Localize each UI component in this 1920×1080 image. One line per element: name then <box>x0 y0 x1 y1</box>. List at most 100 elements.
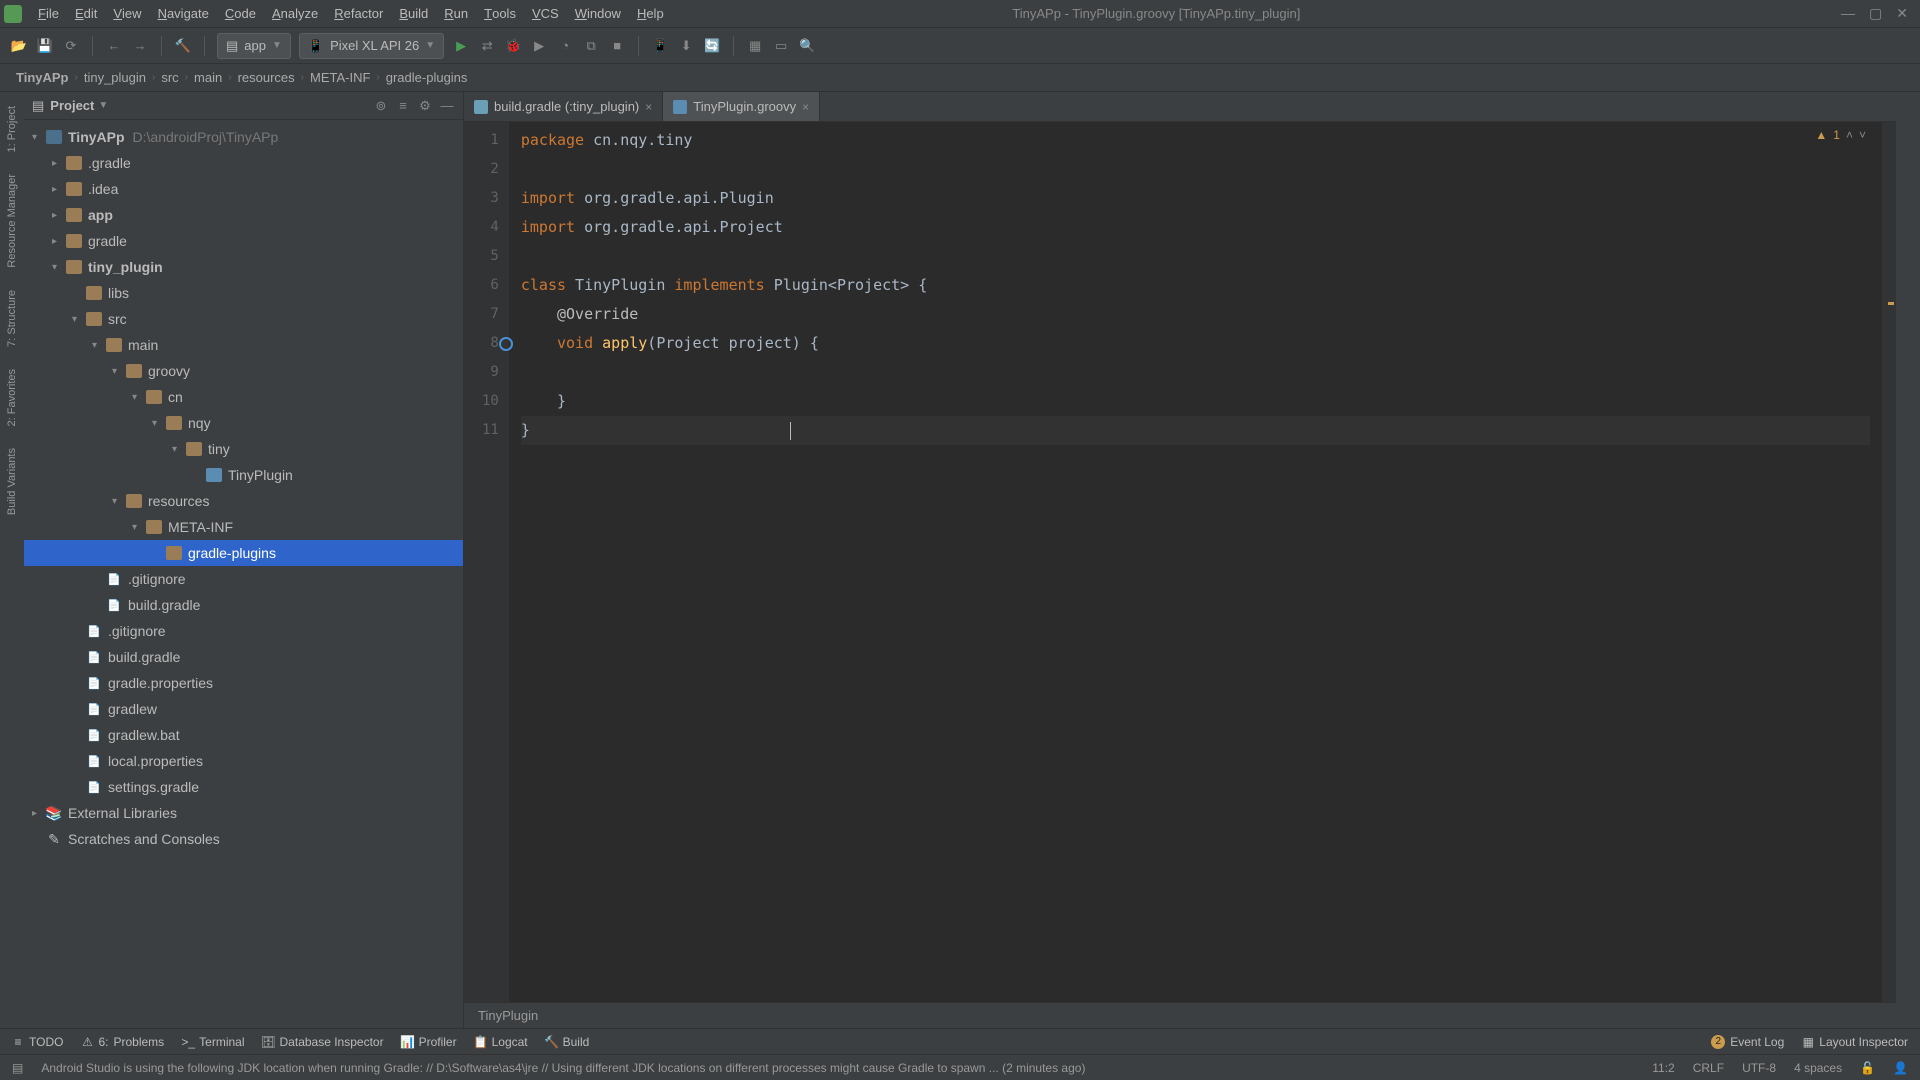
cursor-position[interactable]: 11:2 <box>1652 1061 1674 1075</box>
project-structure-icon[interactable]: ▦ <box>746 37 764 55</box>
bottom-tool-profiler[interactable]: 📊Profiler <box>402 1035 457 1049</box>
tree-node[interactable]: ▸.idea <box>24 176 463 202</box>
menu-vcs[interactable]: VCS <box>524 6 567 21</box>
close-tab-icon[interactable]: × <box>645 100 652 114</box>
settings-icon[interactable]: ⚙ <box>417 98 433 114</box>
run-icon[interactable]: ▶ <box>452 37 470 55</box>
inspection-profile-icon[interactable]: 👤 <box>1893 1061 1908 1075</box>
tree-node[interactable]: ▸📚External Libraries <box>24 800 463 826</box>
tree-node[interactable]: ▾resources <box>24 488 463 514</box>
bottom-tool-build[interactable]: 🔨Build <box>546 1035 590 1049</box>
editor-tab[interactable]: TinyPlugin.groovy× <box>663 92 820 121</box>
breadcrumb-item[interactable]: main <box>190 70 226 85</box>
sdk-icon[interactable]: ⬇ <box>677 37 695 55</box>
bottom-tool-todo[interactable]: ≡TODO <box>12 1035 63 1049</box>
editor-inspection-indicator[interactable]: ▲ 1 ˄ ˅ <box>1815 128 1866 142</box>
tree-node[interactable]: ▾cn <box>24 384 463 410</box>
open-icon[interactable]: 📂 <box>10 37 28 55</box>
locate-icon[interactable]: ⊚ <box>373 98 389 114</box>
tree-node[interactable]: 📄.gitignore <box>24 618 463 644</box>
menu-analyze[interactable]: Analyze <box>264 6 326 21</box>
tree-node[interactable]: ▸gradle <box>24 228 463 254</box>
make-icon[interactable]: 🔨 <box>174 37 192 55</box>
back-icon[interactable]: ← <box>105 37 123 55</box>
menu-tools[interactable]: Tools <box>476 6 524 21</box>
breadcrumb-item[interactable]: tiny_plugin <box>80 70 150 85</box>
prev-highlight-icon[interactable]: ˄ <box>1846 128 1853 142</box>
stop-icon[interactable]: ■ <box>608 37 626 55</box>
tree-node[interactable]: 📄gradlew.bat <box>24 722 463 748</box>
forward-icon[interactable]: → <box>131 37 149 55</box>
breadcrumb-item[interactable]: META-INF <box>306 70 374 85</box>
device-selector[interactable]: 📱 Pixel XL API 26 ▼ <box>299 33 444 59</box>
tree-node[interactable]: 📄build.gradle <box>24 592 463 618</box>
menu-code[interactable]: Code <box>217 6 264 21</box>
menu-window[interactable]: Window <box>567 6 629 21</box>
menu-view[interactable]: View <box>105 6 149 21</box>
file-encoding[interactable]: UTF-8 <box>1742 1061 1776 1075</box>
tree-node[interactable]: ▾META-INF <box>24 514 463 540</box>
tree-node[interactable]: 📄local.properties <box>24 748 463 774</box>
tree-node[interactable]: 📄.gitignore <box>24 566 463 592</box>
editor-content[interactable]: package cn.nqy.tiny import org.gradle.ap… <box>509 122 1882 1002</box>
tree-node[interactable]: 📄gradlew <box>24 696 463 722</box>
sync-project-icon[interactable]: 🔄 <box>703 37 721 55</box>
close-tab-icon[interactable]: × <box>802 100 809 114</box>
breadcrumb-item[interactable]: TinyAPp <box>12 70 73 85</box>
coverage-icon[interactable]: ▶ <box>530 37 548 55</box>
breadcrumb-item[interactable]: resources <box>234 70 299 85</box>
editor-breadcrumb[interactable]: TinyPlugin <box>464 1002 1896 1028</box>
minimize-icon[interactable]: — <box>1841 5 1855 22</box>
layout-inspector-button[interactable]: ▦ Layout Inspector <box>1802 1035 1908 1049</box>
tool-tab[interactable]: 1: Project <box>4 100 20 158</box>
breadcrumb-item[interactable]: gradle-plugins <box>382 70 472 85</box>
close-window-icon[interactable]: ✕ <box>1896 5 1908 22</box>
event-log-button[interactable]: 2 Event Log <box>1711 1035 1784 1049</box>
editor-tab[interactable]: build.gradle (:tiny_plugin)× <box>464 92 663 121</box>
menu-refactor[interactable]: Refactor <box>326 6 391 21</box>
tree-node[interactable]: TinyPlugin <box>24 462 463 488</box>
tool-tab[interactable]: Resource Manager <box>4 168 20 274</box>
menu-file[interactable]: File <box>30 6 67 21</box>
next-highlight-icon[interactable]: ˅ <box>1859 128 1866 142</box>
bottom-tool-logcat[interactable]: 📋Logcat <box>475 1035 528 1049</box>
tree-node[interactable]: ▾nqy <box>24 410 463 436</box>
status-message[interactable]: Android Studio is using the following JD… <box>41 1061 1634 1075</box>
menu-edit[interactable]: Edit <box>67 6 105 21</box>
avd-icon[interactable]: 📱 <box>651 37 669 55</box>
tree-node[interactable]: ▸.gradle <box>24 150 463 176</box>
tree-node[interactable]: ▾tiny <box>24 436 463 462</box>
editor-marker-strip[interactable] <box>1882 122 1896 1002</box>
tree-node[interactable]: 📄gradle.properties <box>24 670 463 696</box>
bottom-tool-database-inspector[interactable]: 🗄Database Inspector <box>263 1035 384 1049</box>
profile-icon[interactable]: ◔ <box>556 37 574 55</box>
tree-node[interactable]: ▾src <box>24 306 463 332</box>
tree-node[interactable]: gradle-plugins <box>24 540 463 566</box>
editor-gutter[interactable]: 1234567891011 <box>464 122 509 1002</box>
tree-node[interactable]: ▾groovy <box>24 358 463 384</box>
module-selector[interactable]: ▤ app ▼ <box>217 33 291 59</box>
attach-icon[interactable]: ⧉ <box>582 37 600 55</box>
breadcrumb-item[interactable]: src <box>157 70 182 85</box>
apply-changes-icon[interactable]: ⇄ <box>478 37 496 55</box>
tree-node[interactable]: ▾main <box>24 332 463 358</box>
maximize-icon[interactable]: ▢ <box>1869 5 1882 22</box>
tree-node[interactable]: libs <box>24 280 463 306</box>
tree-node[interactable]: ▾TinyAPpD:\androidProj\TinyAPp <box>24 124 463 150</box>
save-icon[interactable]: 💾 <box>36 37 54 55</box>
search-icon[interactable]: 🔍 <box>798 37 816 55</box>
indent-setting[interactable]: 4 spaces <box>1794 1061 1842 1075</box>
menu-navigate[interactable]: Navigate <box>150 6 217 21</box>
status-menu-icon[interactable]: ▤ <box>12 1061 23 1075</box>
tree-node[interactable]: ▾tiny_plugin <box>24 254 463 280</box>
bottom-tool-problems[interactable]: ⚠6: Problems <box>81 1035 164 1049</box>
sync-icon[interactable]: ⟳ <box>62 37 80 55</box>
project-tree[interactable]: ▾TinyAPpD:\androidProj\TinyAPp▸.gradle▸.… <box>24 120 463 1028</box>
hide-icon[interactable]: — <box>439 98 455 114</box>
expand-icon[interactable]: ≡ <box>395 98 411 114</box>
tool-tab[interactable]: 2: Favorites <box>4 363 20 432</box>
line-separator[interactable]: CRLF <box>1693 1061 1724 1075</box>
tool-tab[interactable]: 7: Structure <box>4 284 20 353</box>
tree-node[interactable]: 📄settings.gradle <box>24 774 463 800</box>
project-panel-title[interactable]: Project ▼ <box>50 98 108 113</box>
